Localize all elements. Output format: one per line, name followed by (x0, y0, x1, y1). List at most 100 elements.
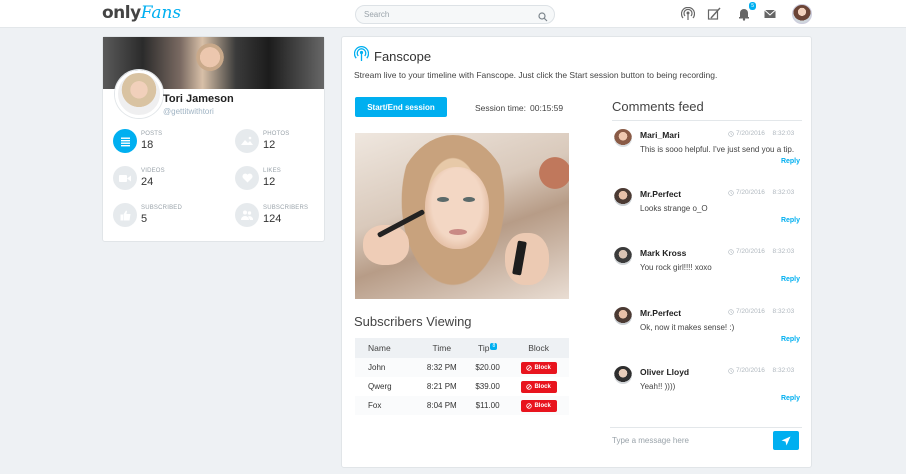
profile-avatar[interactable] (115, 70, 163, 118)
subscriber-time: 8:04 PM (416, 396, 467, 415)
session-time-label: Session time: (475, 103, 527, 113)
stat-label: Photos (263, 131, 290, 137)
profile-name[interactable]: Tori Jameson (163, 93, 234, 105)
fanscope-header: Fanscope (353, 46, 432, 67)
comment-timestamp: 7/20/2016 8:32:03 (728, 248, 794, 255)
stat-posts[interactable]: Posts 18 (113, 129, 213, 159)
message-input[interactable] (612, 433, 762, 447)
search-input[interactable] (364, 8, 534, 21)
stat-likes[interactable]: Likes 12 (235, 166, 335, 196)
comment-timestamp: 7/20/2016 8:32:03 (728, 308, 794, 315)
subscriber-name: John (355, 358, 417, 377)
commenter-avatar[interactable] (614, 307, 632, 325)
commenter-name[interactable]: Mr.Perfect (640, 189, 681, 199)
list-icon (113, 129, 137, 153)
reply-link[interactable]: Reply (781, 276, 800, 283)
comment-time: 8:32:03 (772, 248, 795, 255)
column-header-time: Time (416, 338, 467, 358)
column-header-tip: Tip 8 (466, 338, 509, 358)
thumbs-up-icon (113, 203, 137, 227)
stat-label: Likes (263, 168, 282, 174)
stat-value: 12 (263, 139, 276, 151)
reply-link[interactable]: Reply (781, 395, 800, 402)
logo-fans-text: Fans (140, 3, 182, 23)
comment-text: Ok, now it makes sense! :) (640, 323, 735, 332)
notifications-icon[interactable]: 5 (736, 2, 756, 22)
logo-only-text: only (102, 3, 141, 23)
messages-icon[interactable] (762, 6, 778, 22)
compose-icon[interactable] (706, 6, 722, 22)
onlyfans-logo[interactable]: only Fans (102, 3, 181, 25)
stat-label: Subscribed (141, 205, 183, 211)
table-row: John 8:32 PM $20.00 Block (355, 358, 569, 377)
comment-date: 7/20/2016 (736, 248, 765, 255)
stat-subscribed[interactable]: Subscribed 5 (113, 203, 213, 233)
block-button[interactable]: Block (520, 380, 557, 393)
stat-label: Videos (141, 168, 165, 174)
tip-header-label: Tip (477, 343, 490, 353)
divider (610, 427, 802, 428)
stat-value: 18 (141, 139, 154, 151)
reply-link[interactable]: Reply (781, 336, 800, 343)
profile-card: Tori Jameson @gettitwithtori Posts 18 Ph… (102, 36, 325, 242)
reply-link[interactable]: Reply (781, 158, 800, 165)
commenter-name[interactable]: Mr.Perfect (640, 308, 681, 318)
subscriber-tip: $11.00 (466, 396, 509, 415)
stat-subscribers[interactable]: Subscribers 124 (235, 203, 335, 233)
commenter-name[interactable]: Oliver Lloyd (640, 367, 689, 377)
users-icon (235, 203, 259, 227)
fanscope-description: Stream live to your timeline with Fansco… (354, 70, 718, 80)
commenter-name[interactable]: Mari_Mari (640, 130, 680, 140)
top-bar: onlyFans 5 (0, 0, 906, 28)
stat-value: 124 (263, 213, 282, 225)
comment-text: Looks strange o_O (640, 204, 708, 213)
comment-text: You rock girl!!!! xoxo (640, 263, 712, 272)
broadcast-icon[interactable] (680, 6, 696, 22)
search-icon[interactable] (538, 9, 548, 27)
user-avatar[interactable] (792, 4, 812, 24)
start-end-session-button[interactable]: Start/End session (355, 97, 447, 117)
commenter-avatar[interactable] (614, 188, 632, 206)
stat-label: Posts (141, 131, 163, 137)
block-label: Block (534, 402, 551, 409)
reply-link[interactable]: Reply (781, 217, 800, 224)
divider (612, 120, 802, 121)
column-header-block: Block (508, 338, 569, 358)
comment-time: 8:32:03 (772, 367, 795, 374)
fanscope-panel: Fanscope Stream live to your timeline wi… (341, 36, 812, 468)
comments-feed-title: Comments feed (612, 99, 704, 114)
subscribers-table: Name Time Tip 8 Block John 8:32 PM $20.00… (355, 338, 569, 415)
subscriber-name: Fox (355, 396, 417, 415)
comment-item: Oliver Lloyd 7/20/2016 8:32:03 Yeah!! ))… (614, 366, 804, 422)
comment-timestamp: 7/20/2016 8:32:03 (728, 189, 794, 196)
send-icon (781, 436, 791, 445)
clock-icon (728, 367, 734, 374)
comment-timestamp: 7/20/2016 8:32:03 (728, 130, 794, 137)
subscriber-time: 8:32 PM (416, 358, 467, 377)
commenter-avatar[interactable] (614, 129, 632, 147)
clock-icon (728, 189, 734, 196)
image-icon (235, 129, 259, 153)
commenter-avatar[interactable] (614, 247, 632, 265)
fanscope-title: Fanscope (374, 49, 432, 64)
comment-date: 7/20/2016 (736, 367, 765, 374)
comment-text: Yeah!! )))) (640, 382, 676, 391)
comment-item: Mari_Mari 7/20/2016 8:32:03 This is sooo… (614, 129, 804, 185)
stat-photos[interactable]: Photos 12 (235, 129, 335, 159)
live-video-preview[interactable] (355, 133, 569, 299)
commenter-name[interactable]: Mark Kross (640, 248, 686, 258)
session-time-value: 00:15:59 (530, 103, 564, 113)
search-box[interactable] (355, 5, 555, 24)
send-button[interactable] (773, 431, 799, 450)
block-button[interactable]: Block (520, 361, 557, 374)
comment-item: Mark Kross 7/20/2016 8:32:03 You rock gi… (614, 247, 804, 303)
block-icon (526, 402, 533, 409)
subscriber-name: Qwerg (368, 382, 392, 391)
commenter-avatar[interactable] (614, 366, 632, 384)
stat-videos[interactable]: Videos 24 (113, 166, 213, 196)
comment-date: 7/20/2016 (736, 130, 765, 137)
subscriber-time: 8:21 PM (426, 382, 457, 391)
block-button[interactable]: Block (520, 399, 557, 412)
comment-item: Mr.Perfect 7/20/2016 8:32:03 Looks stran… (614, 188, 804, 244)
profile-handle[interactable]: @gettitwithtori (163, 107, 214, 116)
